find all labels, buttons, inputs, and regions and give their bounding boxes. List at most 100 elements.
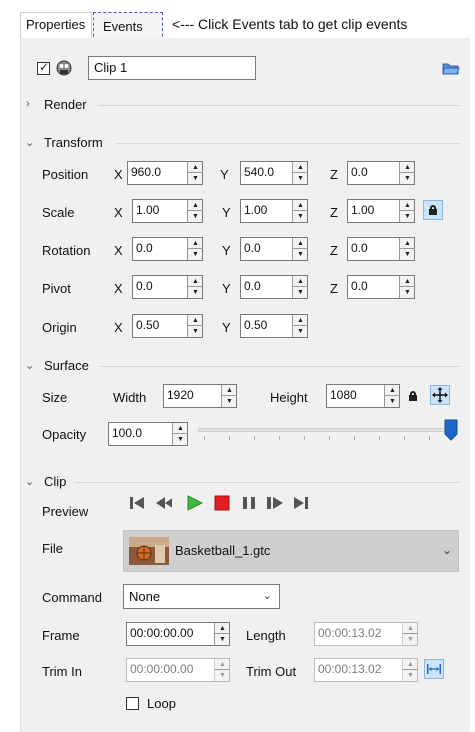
rotation-z-value: 0.0 xyxy=(351,241,368,255)
spin-down-icon[interactable]: ▼ xyxy=(400,173,415,184)
pivot-z-input[interactable]: 0.0 ▲ ▼ xyxy=(347,275,415,299)
clip-collapse-icon[interactable]: ⌄ xyxy=(25,475,34,488)
trim-reset-button[interactable] xyxy=(424,659,444,679)
origin-y-input[interactable]: 0.50 ▲ ▼ xyxy=(240,314,308,338)
spin-up-icon[interactable]: ▲ xyxy=(173,423,188,434)
skip-to-end-icon[interactable] xyxy=(292,494,310,512)
command-label: Command xyxy=(42,590,102,605)
spin-up-icon[interactable]: ▲ xyxy=(188,162,203,173)
transform-section-title[interactable]: Transform xyxy=(44,135,103,150)
opacity-input[interactable]: 100.0 ▲ ▼ xyxy=(108,422,188,446)
spin-up-icon[interactable]: ▲ xyxy=(188,200,203,211)
loop-checkbox[interactable] xyxy=(126,697,139,710)
spin-up-icon[interactable]: ▲ xyxy=(400,276,415,287)
spin-down-icon[interactable]: ▼ xyxy=(385,396,400,407)
transform-collapse-icon[interactable]: ⌄ xyxy=(25,136,34,149)
spin-down-icon[interactable]: ▼ xyxy=(188,211,203,222)
trim-out-input[interactable]: 00:00:13.02 ▲ ▼ xyxy=(314,658,418,682)
spin-up-icon[interactable]: ▲ xyxy=(188,238,203,249)
scale-y-input[interactable]: 1.00 ▲ ▼ xyxy=(240,199,308,223)
height-value: 1080 xyxy=(330,388,357,402)
tab-properties[interactable]: Properties xyxy=(20,12,92,38)
rotation-z-label: Z xyxy=(330,243,338,258)
spin-up-icon[interactable]: ▲ xyxy=(293,200,308,211)
position-x-input[interactable]: 960.0 ▲ ▼ xyxy=(127,161,203,185)
folder-icon[interactable] xyxy=(442,60,460,76)
scale-lock-button[interactable] xyxy=(423,200,443,220)
spin-up-icon[interactable]: ▲ xyxy=(215,623,230,634)
rotation-x-input[interactable]: 0.0 ▲ ▼ xyxy=(132,237,203,261)
opacity-slider-track[interactable] xyxy=(198,428,456,432)
file-select[interactable]: Basketball_1.gtc ⌄ xyxy=(123,530,459,572)
spin-down-icon[interactable]: ▼ xyxy=(188,173,203,184)
spin-down-icon[interactable]: ▼ xyxy=(188,287,203,298)
spin-up-icon[interactable]: ▲ xyxy=(403,659,418,670)
skip-to-start-icon[interactable] xyxy=(128,494,146,512)
pivot-x-input[interactable]: 0.0 ▲ ▼ xyxy=(132,275,203,299)
surface-divider xyxy=(100,366,460,367)
position-y-label: Y xyxy=(220,167,229,182)
spin-down-icon[interactable]: ▼ xyxy=(400,287,415,298)
spin-down-icon[interactable]: ▼ xyxy=(293,326,308,337)
spin-up-icon[interactable]: ▲ xyxy=(400,200,415,211)
spin-up-icon[interactable]: ▲ xyxy=(222,385,237,396)
scale-z-input[interactable]: 1.00 ▲ ▼ xyxy=(347,199,415,223)
spin-down-icon[interactable]: ▼ xyxy=(400,211,415,222)
spin-up-icon[interactable]: ▲ xyxy=(385,385,400,396)
tab-events-label: Events xyxy=(103,19,143,34)
spin-up-icon[interactable]: ▲ xyxy=(188,276,203,287)
position-z-input[interactable]: 0.0 ▲ ▼ xyxy=(347,161,415,185)
spin-down-icon[interactable]: ▼ xyxy=(188,326,203,337)
surface-section-title[interactable]: Surface xyxy=(44,358,89,373)
spin-down-icon[interactable]: ▼ xyxy=(403,670,418,681)
spin-down-icon[interactable]: ▼ xyxy=(215,670,230,681)
trim-out-label: Trim Out xyxy=(246,664,297,679)
origin-x-input[interactable]: 0.50 ▲ ▼ xyxy=(132,314,203,338)
rotation-z-input[interactable]: 0.0 ▲ ▼ xyxy=(347,237,415,261)
step-forward-icon[interactable] xyxy=(265,494,283,512)
scale-x-input[interactable]: 1.00 ▲ ▼ xyxy=(132,199,203,223)
command-select[interactable]: None ⌄ xyxy=(123,584,280,609)
surface-collapse-icon[interactable]: ⌄ xyxy=(25,359,34,372)
spin-up-icon[interactable]: ▲ xyxy=(400,238,415,249)
slider-tick xyxy=(229,436,230,440)
clip-enabled-checkbox[interactable] xyxy=(37,60,50,75)
spin-up-icon[interactable]: ▲ xyxy=(293,238,308,249)
trim-in-input[interactable]: 00:00:00.00 ▲ ▼ xyxy=(126,658,230,682)
clip-name-field[interactable]: Clip 1 xyxy=(88,56,256,80)
height-input[interactable]: 1080 ▲ ▼ xyxy=(326,384,400,408)
rewind-icon[interactable] xyxy=(154,494,172,512)
spin-down-icon[interactable]: ▼ xyxy=(222,396,237,407)
clip-section-title[interactable]: Clip xyxy=(44,474,66,489)
fit-size-button[interactable] xyxy=(430,385,450,405)
spin-down-icon[interactable]: ▼ xyxy=(293,249,308,260)
spin-down-icon[interactable]: ▼ xyxy=(293,287,308,298)
spin-down-icon[interactable]: ▼ xyxy=(293,211,308,222)
rotation-x-label: X xyxy=(114,243,123,258)
opacity-slider-thumb[interactable] xyxy=(444,419,458,441)
render-expand-icon[interactable]: › xyxy=(26,98,30,110)
spin-up-icon[interactable]: ▲ xyxy=(293,276,308,287)
spin-up-icon[interactable]: ▲ xyxy=(215,659,230,670)
spin-down-icon[interactable]: ▼ xyxy=(173,434,188,445)
command-value: None xyxy=(129,589,161,604)
spin-down-icon[interactable]: ▼ xyxy=(400,249,415,260)
spin-up-icon[interactable]: ▲ xyxy=(293,162,308,173)
trim-in-label: Trim In xyxy=(42,664,82,679)
spin-up-icon[interactable]: ▲ xyxy=(188,315,203,326)
spin-up-icon[interactable]: ▲ xyxy=(400,162,415,173)
spin-down-icon[interactable]: ▼ xyxy=(215,634,230,645)
spin-down-icon[interactable]: ▼ xyxy=(293,173,308,184)
stop-icon[interactable] xyxy=(213,494,231,512)
position-y-input[interactable]: 540.0 ▲ ▼ xyxy=(240,161,308,185)
size-lock-icon[interactable] xyxy=(408,391,418,401)
spin-up-icon[interactable]: ▲ xyxy=(293,315,308,326)
rotation-y-input[interactable]: 0.0 ▲ ▼ xyxy=(240,237,308,261)
play-icon[interactable] xyxy=(185,494,203,512)
spin-down-icon[interactable]: ▼ xyxy=(188,249,203,260)
pause-icon[interactable] xyxy=(240,494,258,512)
frame-input[interactable]: 00:00:00.00 ▲ ▼ xyxy=(126,622,230,646)
width-input[interactable]: 1920 ▲ ▼ xyxy=(163,384,237,408)
pivot-y-input[interactable]: 0.0 ▲ ▼ xyxy=(240,275,308,299)
render-section-title[interactable]: Render xyxy=(44,97,87,112)
